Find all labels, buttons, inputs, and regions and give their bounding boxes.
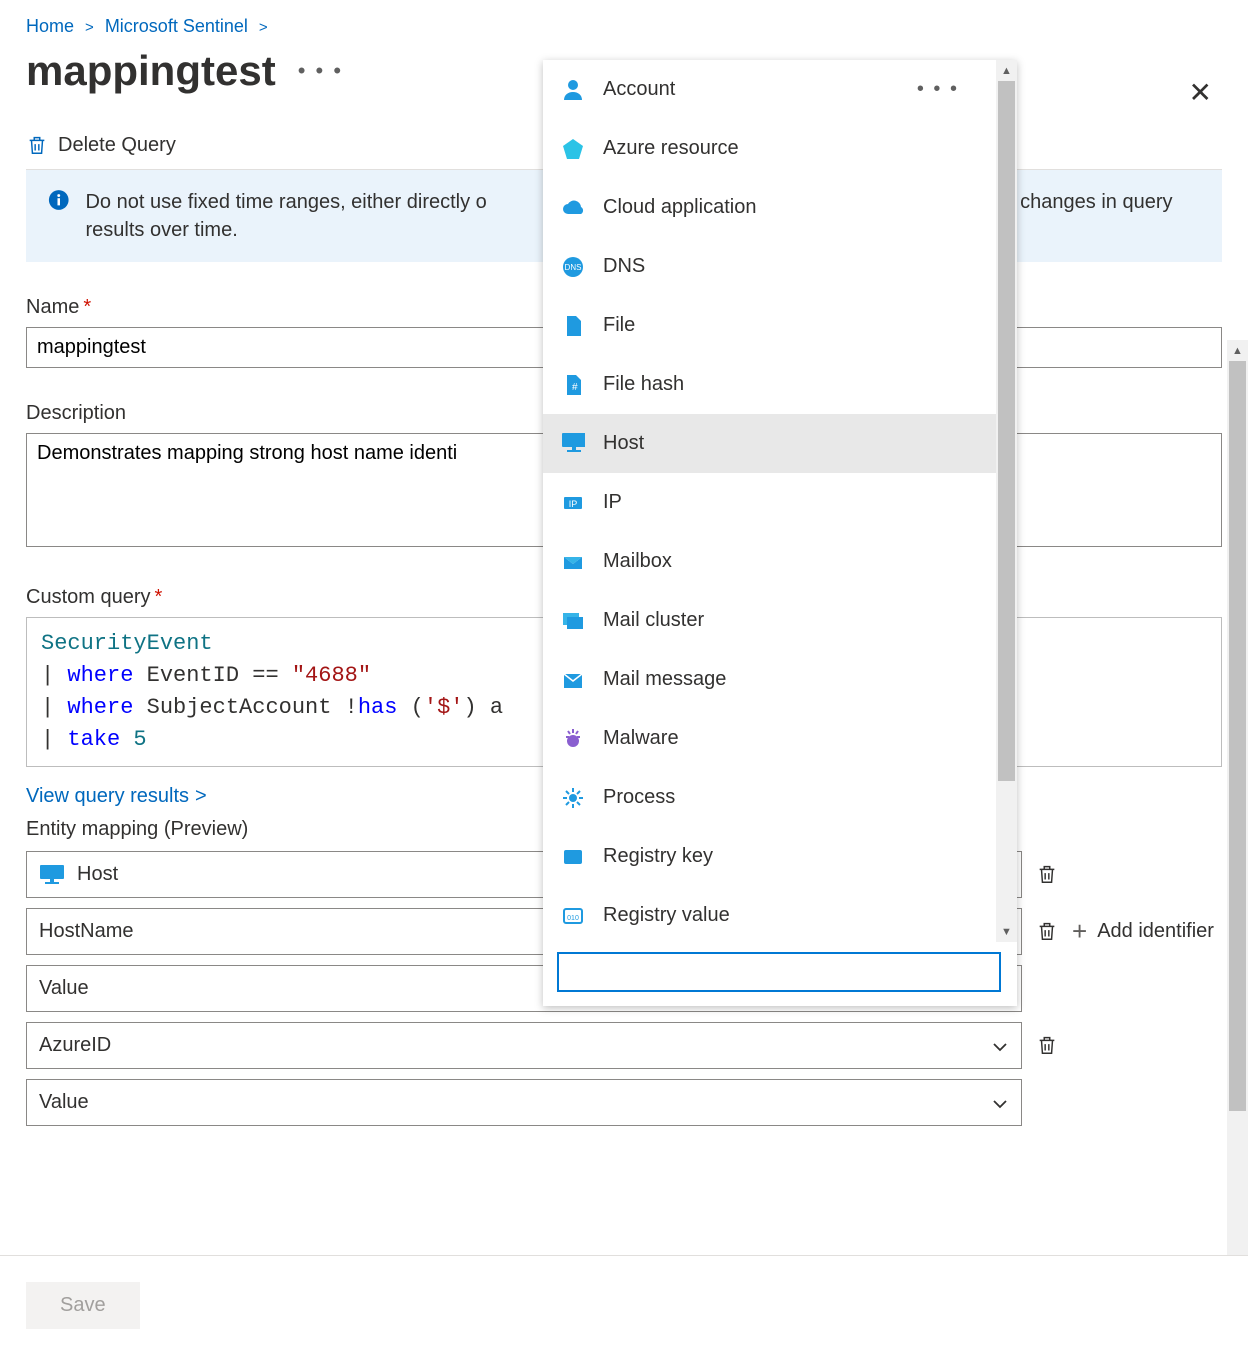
info-text-left: Do not use fixed time ranges, either dir… — [85, 191, 486, 213]
identifier-2-dropdown[interactable]: AzureID — [26, 1022, 1022, 1069]
dropdown-item-label: IP — [603, 491, 622, 514]
dropdown-item-file[interactable]: File — [543, 296, 1017, 355]
dropdown-item-label: Host — [603, 432, 644, 455]
dropdown-item-label: Mailbox — [603, 550, 672, 573]
trash-icon — [26, 133, 48, 157]
dropdown-scrollbar[interactable]: ▲▼ — [996, 60, 1017, 942]
close-icon[interactable]: ✕ — [1189, 76, 1212, 109]
value-2-dropdown[interactable]: Value — [26, 1079, 1022, 1126]
save-button[interactable]: Save — [26, 1282, 140, 1329]
account-icon — [561, 78, 585, 102]
dropdown-item-label: File — [603, 314, 635, 337]
delete-query-button[interactable]: Delete Query — [26, 133, 176, 157]
dropdown-item-label: Account — [603, 78, 675, 101]
dropdown-item-azure[interactable]: Azure resource — [543, 119, 1017, 178]
dropdown-item-label: Malware — [603, 727, 679, 750]
dropdown-item-malware[interactable]: Malware — [543, 709, 1017, 768]
breadcrumb-home[interactable]: Home — [26, 16, 74, 36]
dropdown-item-label: File hash — [603, 373, 684, 396]
dropdown-item-more[interactable]: • • • — [917, 78, 959, 101]
regval-icon — [561, 904, 585, 928]
azure-icon — [561, 137, 585, 161]
dropdown-item-process[interactable]: Process — [543, 768, 1017, 827]
chevron-right-icon: > — [259, 19, 268, 36]
breadcrumb-sentinel[interactable]: Microsoft Sentinel — [105, 16, 248, 36]
view-query-results-link[interactable]: View query results> — [26, 785, 207, 808]
add-identifier-label: Add identifier — [1097, 920, 1214, 943]
dropdown-item-mailmsg[interactable]: Mail message — [543, 650, 1017, 709]
dropdown-search-input[interactable] — [557, 952, 1001, 992]
delete-query-label: Delete Query — [58, 134, 176, 157]
breadcrumb: Home > Microsoft Sentinel > — [26, 0, 1222, 43]
dropdown-item-label: Mail message — [603, 668, 726, 691]
delete-entity-button[interactable] — [1036, 862, 1058, 886]
filehash-icon — [561, 373, 585, 397]
mailmsg-icon — [561, 668, 585, 692]
more-actions-button[interactable]: • • • — [298, 58, 343, 84]
mailbox-icon — [561, 550, 585, 574]
host-icon — [39, 864, 65, 884]
value-2-value: Value — [39, 1091, 89, 1114]
dropdown-item-label: Cloud application — [603, 196, 756, 219]
chevron-down-icon — [991, 1093, 1009, 1111]
dropdown-item-label: Process — [603, 786, 675, 809]
dropdown-item-regkey[interactable]: Registry key — [543, 827, 1017, 886]
entity-type-dropdown-panel: Account • • • Azure resource Cloud applicat… — [543, 60, 1017, 1006]
dropdown-item-regval[interactable]: Registry value — [543, 886, 1017, 942]
dropdown-item-label: Azure resource — [603, 137, 739, 160]
dropdown-item-label: Registry value — [603, 904, 730, 927]
identifier-2-value: AzureID — [39, 1034, 111, 1057]
entity-type-value: Host — [77, 863, 118, 886]
host-icon — [561, 432, 585, 456]
page-title: mappingtest — [26, 47, 276, 95]
dropdown-item-mailbox[interactable]: Mailbox — [543, 532, 1017, 591]
value-1-value: Value — [39, 977, 89, 1000]
plus-icon: + — [1072, 916, 1087, 947]
file-icon — [561, 314, 585, 338]
dropdown-item-host[interactable]: Host — [543, 414, 1017, 473]
dropdown-item-label: DNS — [603, 255, 645, 278]
info-icon — [48, 188, 69, 212]
malware-icon — [561, 727, 585, 751]
dropdown-item-account[interactable]: Account • • • — [543, 60, 1017, 119]
mailcluster-icon — [561, 609, 585, 633]
page-scrollbar[interactable]: ▲▼ — [1227, 340, 1248, 1270]
footer: Save — [0, 1255, 1248, 1355]
dropdown-item-filehash[interactable]: File hash — [543, 355, 1017, 414]
regkey-icon — [561, 845, 585, 869]
identifier-1-value: HostName — [39, 920, 133, 943]
dropdown-item-dns[interactable]: DNS — [543, 237, 1017, 296]
dropdown-item-label: Registry key — [603, 845, 713, 868]
dropdown-item-label: Mail cluster — [603, 609, 704, 632]
dropdown-item-ip[interactable]: IP — [543, 473, 1017, 532]
chevron-right-icon: > — [85, 19, 94, 36]
dropdown-item-cloud[interactable]: Cloud application — [543, 178, 1017, 237]
ip-icon — [561, 491, 585, 515]
chevron-down-icon — [991, 1036, 1009, 1054]
process-icon — [561, 786, 585, 810]
delete-identifier-2-button[interactable] — [1036, 1033, 1058, 1057]
dropdown-item-mailcluster[interactable]: Mail cluster — [543, 591, 1017, 650]
delete-identifier-1-button[interactable] — [1036, 919, 1058, 943]
dns-icon — [561, 255, 585, 279]
add-identifier-button[interactable]: + Add identifier — [1072, 916, 1214, 947]
cloud-icon — [561, 196, 585, 220]
